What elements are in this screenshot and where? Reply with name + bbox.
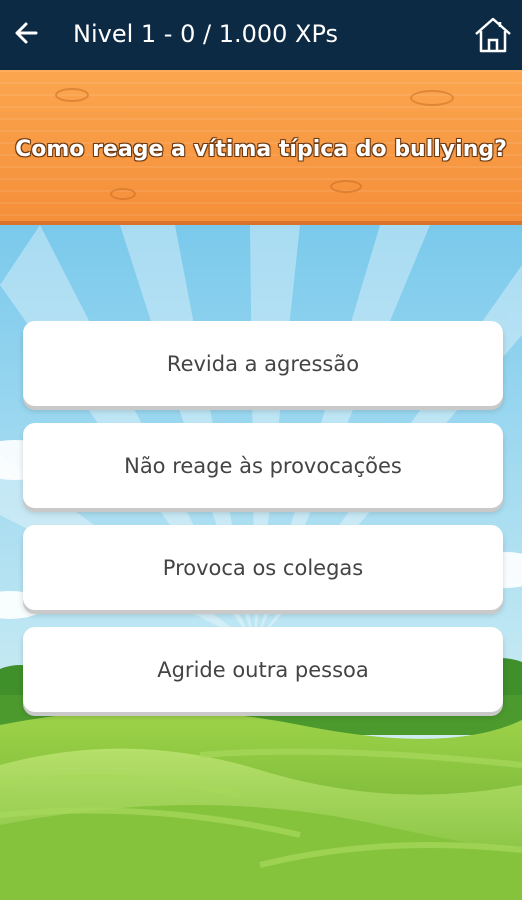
question-text: Como reage a vítima típica do bullying?: [15, 137, 507, 162]
answer-label: Agride outra pessoa: [157, 657, 369, 682]
arrow-left-icon: [15, 22, 38, 44]
answer-label: Não reage às provocações: [124, 453, 402, 478]
answer-option-2[interactable]: Não reage às provocações: [23, 423, 503, 508]
home-icon: [475, 17, 511, 53]
page-title: Nivel 1 - 0 / 1.000 XPs: [73, 20, 339, 48]
answer-option-3[interactable]: Provoca os colegas: [23, 525, 503, 610]
back-button[interactable]: [8, 14, 46, 52]
home-button[interactable]: [472, 14, 514, 56]
wood-knot: [330, 180, 362, 193]
app-bar: Nivel 1 - 0 / 1.000 XPs: [0, 0, 522, 70]
answer-label: Provoca os colegas: [162, 555, 364, 580]
wood-knot: [110, 188, 136, 200]
wood-knot: [410, 90, 454, 106]
wood-knot: [55, 88, 89, 102]
answer-label: Revida a agressão: [166, 351, 360, 376]
answer-option-1[interactable]: Revida a agressão: [23, 321, 503, 406]
answer-option-4[interactable]: Agride outra pessoa: [23, 627, 503, 712]
